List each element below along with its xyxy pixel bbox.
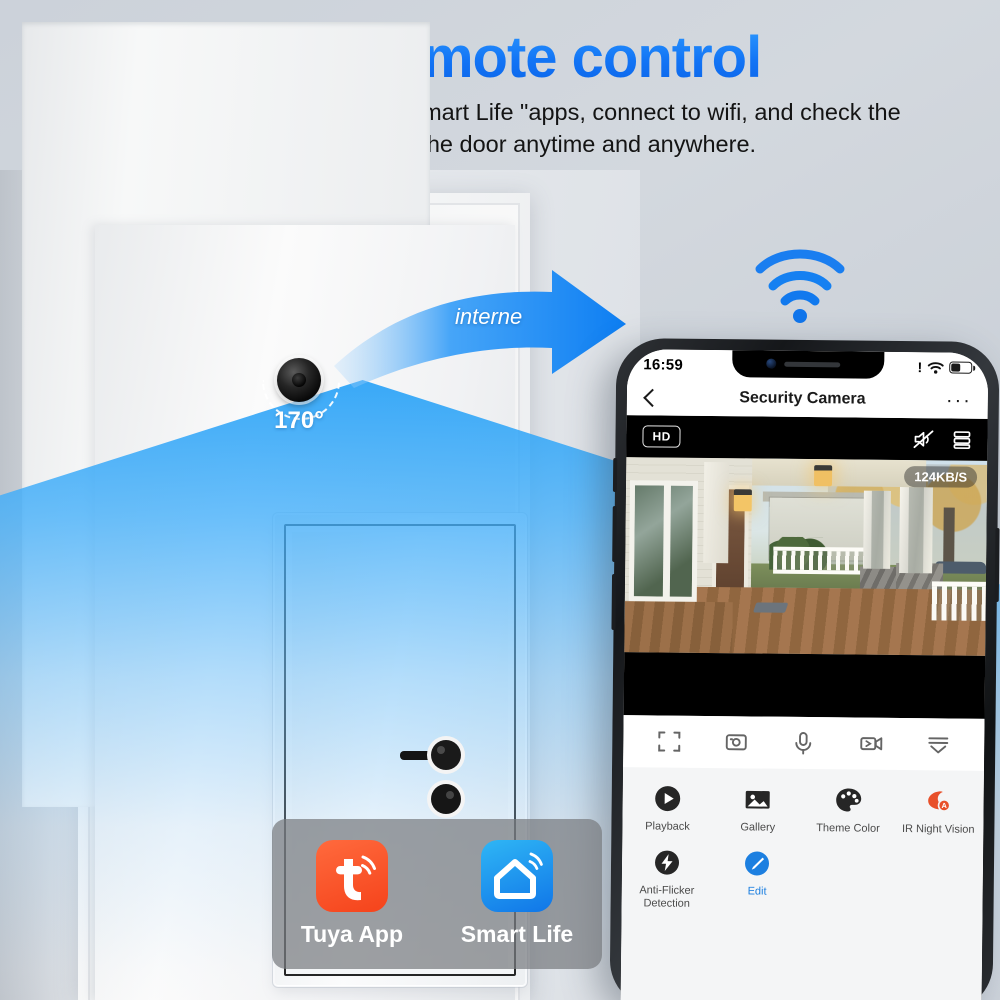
- fullscreen-icon[interactable]: [656, 728, 682, 754]
- vision-angle-label: 170°: [274, 407, 324, 434]
- feature-ir-night-vision[interactable]: A IR Night Vision: [893, 786, 984, 837]
- video-control-row: [623, 715, 985, 771]
- video-record-icon[interactable]: [858, 731, 884, 757]
- feed-doormat: [753, 602, 789, 613]
- status-indicators: !: [917, 359, 973, 376]
- image-icon: [745, 790, 771, 809]
- feature-label: Gallery: [740, 821, 776, 834]
- app-badge-tuya[interactable]: Tuya App: [301, 840, 403, 948]
- screen-title: Security Camera: [739, 389, 866, 408]
- tuya-app-icon: [315, 840, 388, 912]
- palette-icon: [835, 788, 861, 812]
- phone-notch: [731, 350, 884, 379]
- feed-railing-right: [931, 581, 986, 621]
- feed-porch-column-1: [863, 490, 892, 570]
- feature-label: Edit: [747, 885, 767, 898]
- app-badge-smart-life[interactable]: Smart Life: [461, 840, 573, 948]
- earpiece-speaker: [783, 361, 840, 368]
- back-button[interactable]: [643, 388, 662, 407]
- poster-stage: APP remote control Work with "Tuya Smart…: [0, 0, 1000, 1000]
- play-circle-icon: [655, 786, 681, 812]
- video-player[interactable]: HD 124KB/S: [623, 415, 988, 719]
- camera-feed[interactable]: 124KB/S: [624, 457, 988, 656]
- battery-low-icon: [949, 361, 973, 374]
- door-handle-icon: [400, 736, 465, 818]
- status-alert: !: [917, 359, 923, 376]
- feed-window-divider: [662, 480, 672, 602]
- video-toolbar: HD: [626, 415, 987, 461]
- more-options-button[interactable]: ···: [946, 389, 972, 411]
- internet-label: interne: [455, 304, 523, 329]
- app-screen: 16:59 ! Security Camera ··· HD 124KB/S P…: [620, 349, 989, 1000]
- feed-railing: [773, 546, 871, 575]
- feed-ceiling-lamp: [813, 464, 832, 487]
- feed-porch-ceiling: [745, 458, 926, 488]
- app-badge-label: Smart Life: [460, 921, 574, 947]
- phone-power-button[interactable]: [994, 527, 1000, 603]
- wifi-icon: [927, 361, 944, 374]
- quality-badge[interactable]: HD: [642, 425, 681, 448]
- feed-deck-near: [624, 601, 734, 654]
- bitrate-label: 124KB/S: [904, 466, 978, 488]
- internet-arrow: interne: [330, 268, 640, 388]
- screenshot-icon[interactable]: [723, 729, 749, 755]
- flash-icon: [655, 850, 680, 875]
- phone-mute-switch[interactable]: [612, 457, 618, 493]
- phone-screen-area: 16:59 ! Security Camera ··· HD 124KB/S P…: [620, 349, 989, 1000]
- edit-pencil-icon: [745, 851, 770, 876]
- feed-car: [935, 561, 987, 574]
- smartphone: 16:59 ! Security Camera ··· HD 124KB/S P…: [609, 338, 1000, 1000]
- feature-label: Theme Color: [816, 822, 880, 835]
- app-badges: Tuya App Smart Life: [272, 819, 602, 969]
- feature-gallery[interactable]: Gallery: [713, 784, 804, 835]
- phone-volume-up-button[interactable]: [612, 505, 617, 563]
- status-time: 16:59: [643, 355, 684, 374]
- video-toolbar-right: [912, 429, 971, 450]
- phone-volume-down-button[interactable]: [611, 573, 617, 631]
- feed-wall-lamp: [734, 489, 753, 512]
- smart-life-icon: [480, 840, 553, 912]
- speaker-muted-icon[interactable]: [912, 429, 934, 449]
- feature-grid: Playback Gallery Theme Color A IR Night …: [620, 767, 985, 1000]
- feed-porch-column-2: [899, 487, 933, 574]
- night-vision-icon: A: [928, 791, 951, 812]
- feed-column-left: [702, 461, 730, 564]
- feature-label: Anti-Flicker Detection: [639, 884, 695, 910]
- app-badge-label: Tuya App: [300, 921, 404, 947]
- wifi-icon: [755, 249, 845, 323]
- microphone-icon[interactable]: [791, 730, 817, 756]
- feature-playback[interactable]: Playback: [622, 783, 713, 834]
- list-icon[interactable]: [952, 430, 971, 450]
- app-header: Security Camera ···: [626, 379, 989, 419]
- feature-edit[interactable]: Edit: [712, 848, 803, 912]
- feature-theme-color[interactable]: Theme Color: [803, 785, 894, 836]
- svg-text:A: A: [941, 801, 947, 810]
- feature-anti-flicker[interactable]: Anti-Flicker Detection: [622, 847, 713, 911]
- feature-label: Playback: [645, 820, 690, 833]
- feature-label: IR Night Vision: [901, 823, 975, 836]
- front-camera-icon: [765, 358, 776, 369]
- collapse-chevron-icon[interactable]: [925, 731, 951, 757]
